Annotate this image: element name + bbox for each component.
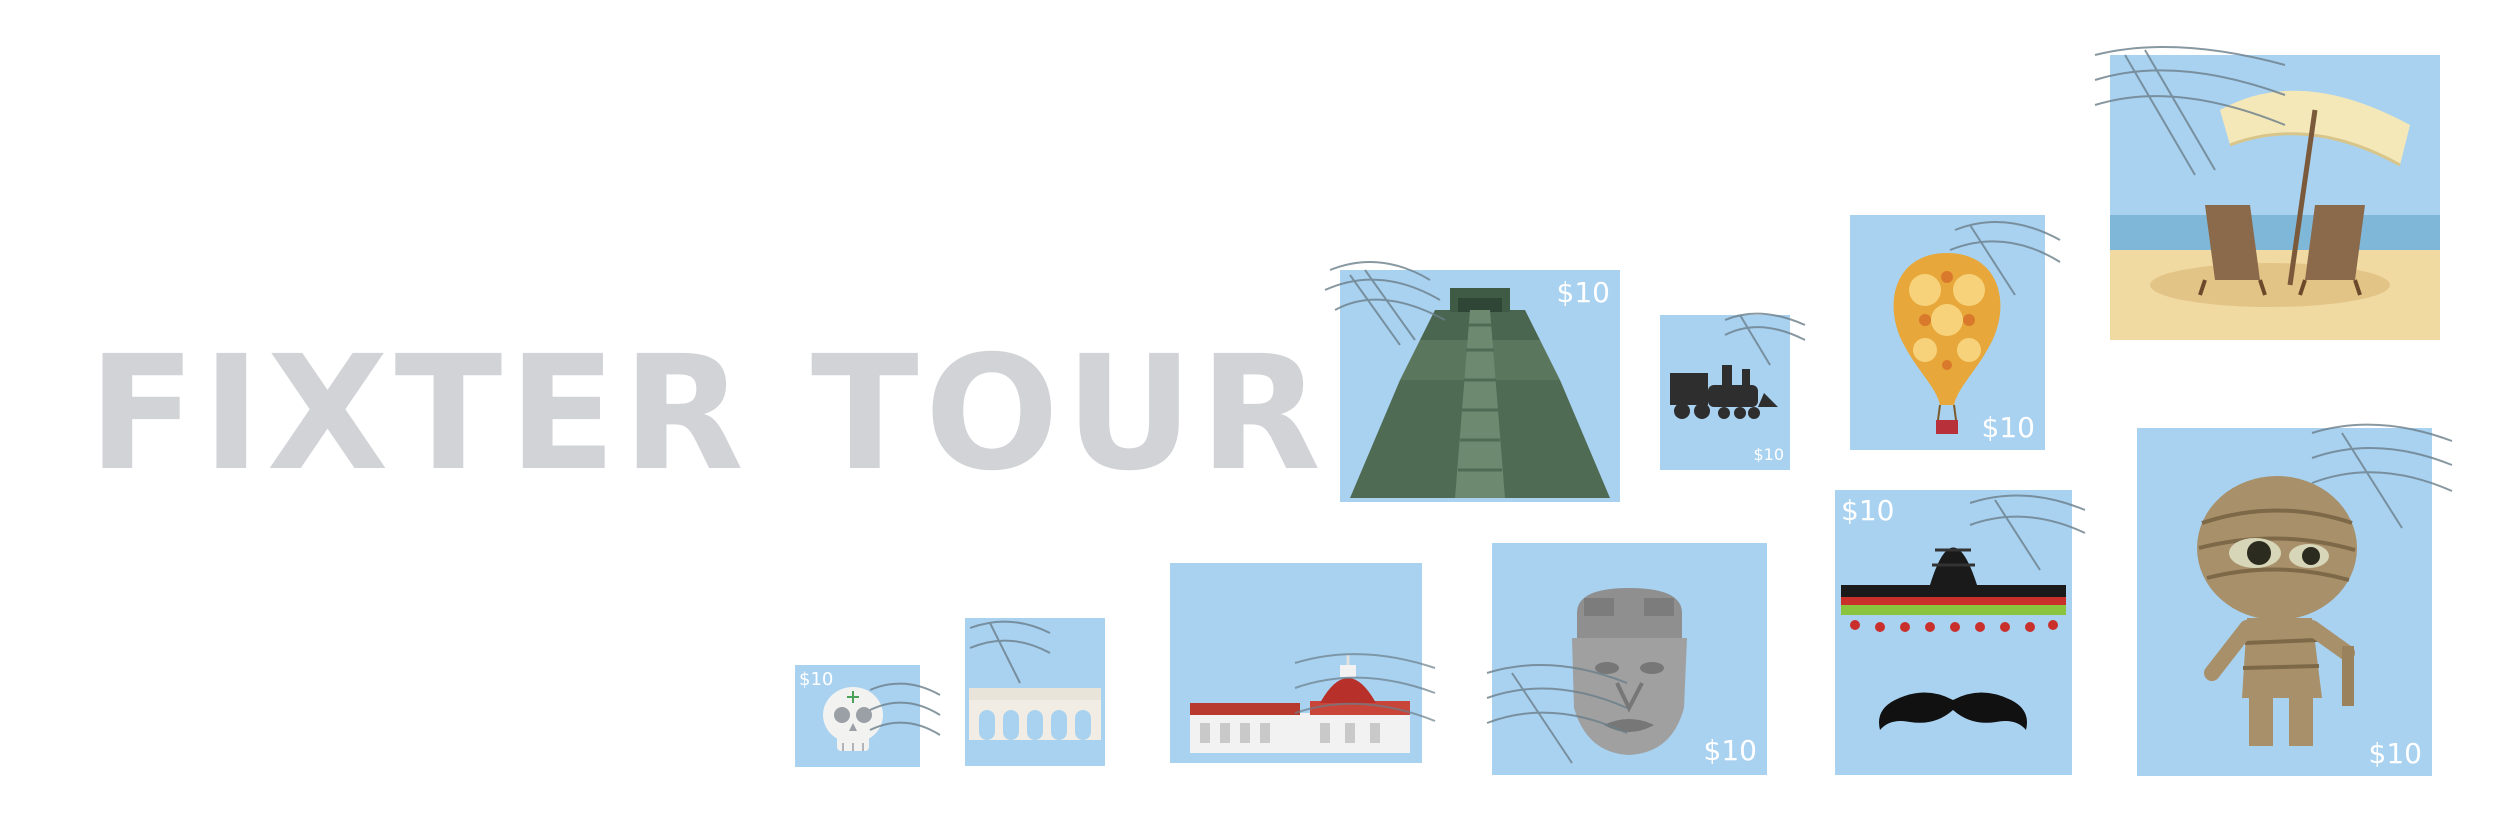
stamp-skull[interactable]: $10	[795, 665, 941, 767]
aqueduct-icon	[969, 688, 1101, 740]
page-title: FIXTER TOUR	[88, 322, 1327, 506]
stamp-price: $10	[1753, 445, 1784, 464]
stamp-sombrero[interactable]: $10	[1835, 490, 2086, 775]
stamp-price: $10	[1981, 411, 2035, 444]
stamp-mummy[interactable]: $10	[2137, 423, 2453, 776]
stamp-olmec[interactable]: $10	[1486, 543, 1767, 775]
stamp-beach[interactable]	[2094, 46, 2440, 340]
stamp-price: $10	[2368, 737, 2422, 770]
mummy-icon	[2197, 476, 2357, 746]
beach-umbrella-icon	[2110, 90, 2440, 340]
stamp-aqueduct[interactable]	[965, 618, 1105, 766]
stamp-price: $10	[1841, 494, 1895, 527]
stamp-train[interactable]: $10	[1660, 312, 1806, 470]
stamp-price: $10	[1556, 276, 1610, 309]
stamp-pyramid[interactable]: $10	[1324, 261, 1620, 502]
stamp-price: $10	[799, 669, 834, 690]
stamp-price: $10	[1703, 734, 1757, 767]
stamp-cathedral[interactable]	[1170, 563, 1436, 763]
stamp-balloon[interactable]: $10	[1850, 215, 2061, 450]
sombrero-mustache-icon	[1841, 547, 2066, 730]
cathedral-icon	[1190, 655, 1410, 753]
